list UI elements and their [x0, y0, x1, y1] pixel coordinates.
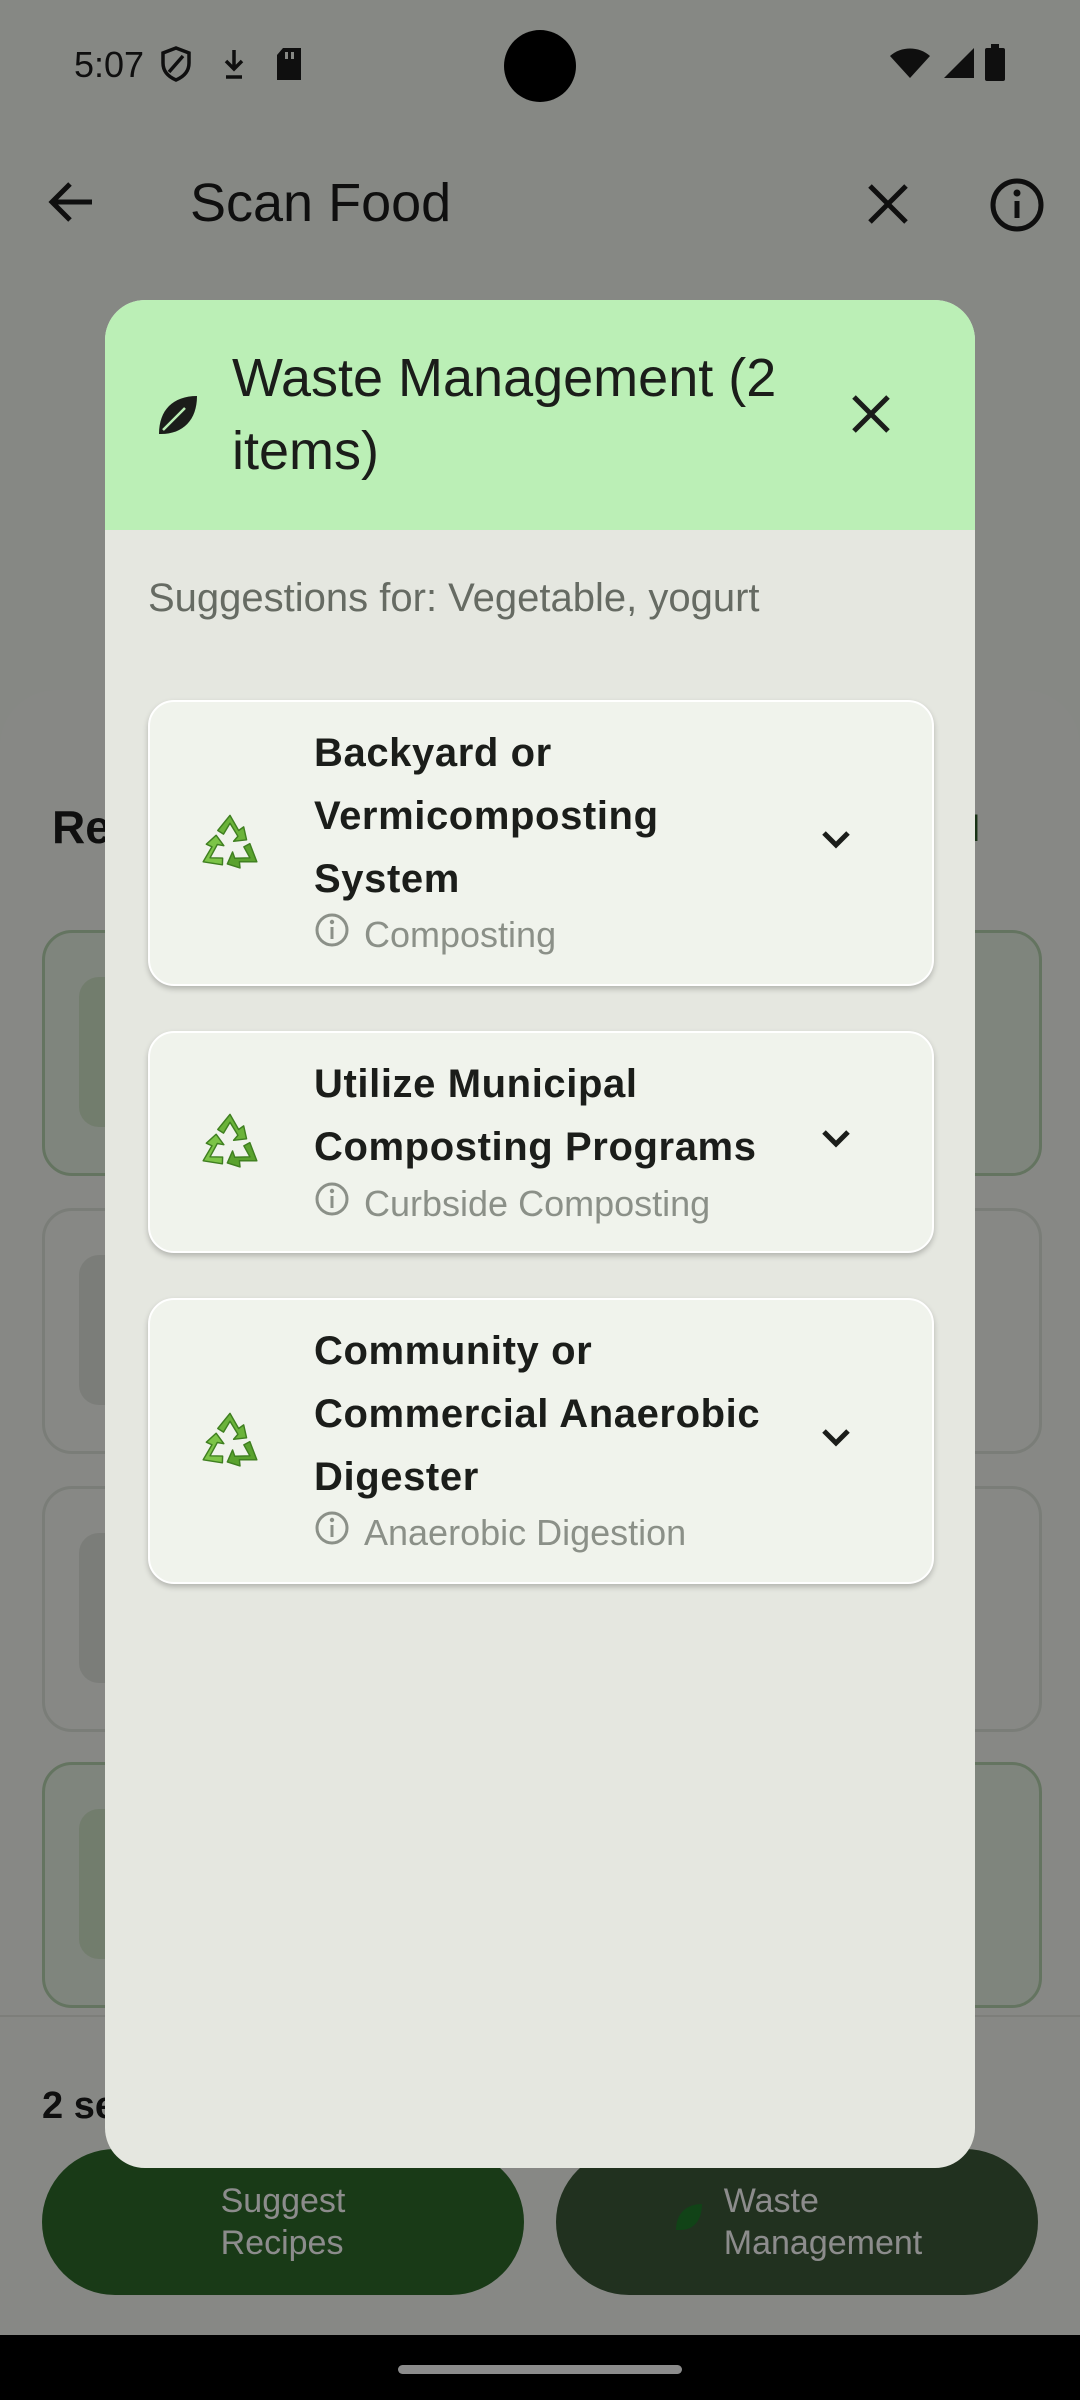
disposal-option-card[interactable]: Community or Commercial Anaerobic Digest…	[148, 1298, 934, 1584]
recycle-icon	[194, 1113, 264, 1176]
close-icon[interactable]	[845, 388, 897, 445]
option-title: Community or Commercial Anaerobic Digest…	[314, 1329, 761, 1499]
chevron-down-icon[interactable]	[816, 1418, 856, 1463]
option-category-label: Anaerobic Digestion	[364, 1511, 687, 1553]
info-icon	[314, 912, 350, 957]
option-category-label: Composting	[364, 913, 557, 955]
recycle-icon	[194, 1412, 264, 1475]
option-category: Composting	[314, 912, 556, 957]
info-icon	[314, 1181, 350, 1226]
chevron-down-icon[interactable]	[816, 820, 856, 865]
option-category: Anaerobic Digestion	[314, 1510, 686, 1555]
leaf-icon	[155, 392, 201, 443]
suggestions-label: Suggestions for: Vegetable, yogurt	[148, 576, 760, 620]
recycle-icon	[194, 814, 264, 877]
option-category: Curbside Composting	[314, 1181, 710, 1226]
disposal-option-card[interactable]: Backyard or Vermicomposting System Compo…	[148, 700, 934, 986]
waste-management-dialog: Waste Management (2 items) Suggestions f…	[105, 300, 975, 2168]
option-title: Backyard or Vermicomposting System	[314, 731, 659, 901]
chevron-down-icon[interactable]	[816, 1119, 856, 1164]
dialog-header: Waste Management (2 items)	[105, 300, 975, 530]
option-title: Utilize Municipal Composting Programs	[314, 1062, 757, 1169]
info-icon	[314, 1510, 350, 1555]
dialog-title: Waste Management (2 items)	[232, 348, 777, 481]
option-category-label: Curbside Composting	[364, 1182, 711, 1224]
disposal-option-card[interactable]: Utilize Municipal Composting Programs Cu…	[148, 1031, 934, 1253]
